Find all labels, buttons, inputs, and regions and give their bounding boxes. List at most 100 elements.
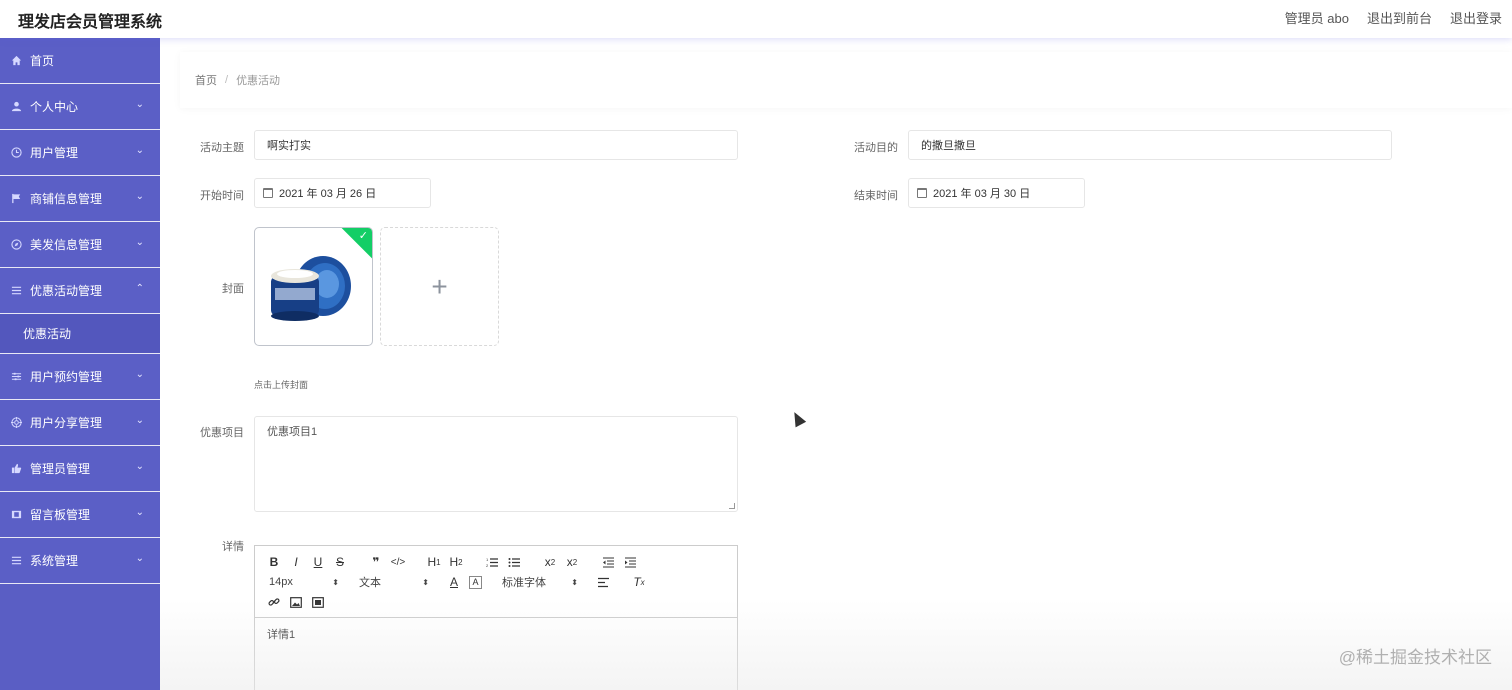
watermark: @稀土掘金技术社区	[1338, 648, 1492, 667]
add-cover-button[interactable]: +	[380, 227, 499, 346]
calendar-icon	[263, 188, 273, 198]
film-icon	[10, 509, 22, 521]
chevron-down-icon: ⌄	[135, 369, 144, 380]
background-color-icon[interactable]: A	[469, 575, 482, 589]
list-icon	[10, 285, 22, 297]
chevron-down-icon: ⌄	[135, 237, 144, 248]
cover-upload-tip: 点击上传封面	[254, 380, 309, 390]
thumb-icon	[10, 463, 22, 475]
discount-textarea[interactable]: 优惠项目1	[254, 416, 738, 512]
logout-link[interactable]: 退出登录	[1450, 8, 1502, 27]
sidebar-item-label: 管理员管理	[30, 462, 91, 476]
sidebar-item-label: 首页	[30, 54, 55, 68]
svg-text:1: 1	[486, 557, 489, 562]
bold-icon[interactable]: B	[263, 553, 285, 571]
sidebar-item-message-board[interactable]: 留言板管理 ⌄	[0, 492, 160, 538]
header-1-icon[interactable]: H1	[423, 553, 445, 571]
breadcrumb: 首页 / 优惠活动	[180, 52, 1512, 108]
sliders-icon	[10, 371, 22, 383]
detail-label: 详情	[222, 541, 244, 553]
sidebar-item-home[interactable]: 首页	[0, 38, 160, 84]
topic-input[interactable]: 啊实打实	[254, 130, 738, 160]
breadcrumb-home[interactable]: 首页	[195, 72, 217, 88]
sidebar-item-user-management[interactable]: 用户管理 ⌄	[0, 130, 160, 176]
text-type-select[interactable]: 文本 ⬍	[353, 573, 429, 591]
video-icon[interactable]	[307, 593, 329, 611]
home-icon	[10, 55, 22, 67]
check-icon: ✓	[358, 230, 368, 242]
sidebar-item-hair-info[interactable]: 美发信息管理 ⌄	[0, 222, 160, 268]
sidebar-item-label: 用户管理	[30, 146, 79, 160]
link-icon[interactable]	[263, 593, 285, 611]
align-icon[interactable]	[592, 573, 614, 591]
admin-user-link[interactable]: 管理员 abo	[1285, 8, 1349, 27]
start-date-picker[interactable]: 2021 年 03 月 26 日	[254, 178, 431, 208]
sidebar-item-appointment-management[interactable]: 用户预约管理 ⌄	[0, 354, 160, 400]
sidebar-item-label: 个人中心	[30, 100, 79, 114]
breadcrumb-separator: /	[225, 74, 229, 86]
code-block-icon[interactable]: </>	[387, 553, 409, 571]
sidebar-item-label: 用户分享管理	[30, 416, 103, 430]
chevron-up-icon: ⌃	[135, 283, 144, 294]
bullet-list-icon[interactable]	[503, 553, 525, 571]
image-icon[interactable]	[285, 593, 307, 611]
calendar-icon	[917, 188, 927, 198]
header-2-icon[interactable]: H2	[445, 553, 467, 571]
select-arrow-icon: ⬍	[332, 577, 339, 587]
sidebar-item-label: 用户预约管理	[30, 370, 103, 384]
italic-icon[interactable]: I	[285, 553, 307, 571]
font-size-select[interactable]: 14px ⬍	[263, 573, 339, 591]
resize-handle-icon[interactable]	[729, 503, 735, 509]
topic-label: 活动主题	[200, 142, 244, 154]
sidebar-item-promotion-management[interactable]: 优惠活动管理 ⌃	[0, 268, 160, 314]
font-color-icon[interactable]: A	[443, 573, 465, 591]
target-icon	[10, 417, 22, 429]
purpose-label: 活动目的	[854, 142, 898, 154]
sidebar-item-label: 系统管理	[30, 554, 79, 568]
blockquote-icon[interactable]: ❞	[365, 553, 387, 571]
subscript-icon[interactable]: x2	[539, 553, 561, 571]
top-bar: 理发店会员管理系统 管理员 abo 退出到前台 退出登录	[0, 0, 1512, 38]
flag-icon	[10, 193, 22, 205]
user-icon	[10, 101, 22, 113]
menu-icon	[10, 555, 22, 567]
start-time-label: 开始时间	[200, 190, 244, 202]
editor-content[interactable]: 详情1	[255, 618, 737, 650]
svg-text:2: 2	[486, 563, 489, 568]
detail-value: 详情1	[267, 629, 296, 641]
end-date-picker[interactable]: 2021 年 03 月 30 日	[908, 178, 1085, 208]
sidebar-item-share-management[interactable]: 用户分享管理 ⌄	[0, 400, 160, 446]
discount-label: 优惠项目	[200, 427, 244, 439]
outdent-icon[interactable]	[597, 553, 619, 571]
ordered-list-icon[interactable]: 12	[481, 553, 503, 571]
sidebar-item-system-management[interactable]: 系统管理 ⌄	[0, 538, 160, 584]
exit-to-frontend-link[interactable]: 退出到前台	[1367, 8, 1432, 27]
clock-icon	[10, 147, 22, 159]
indent-icon[interactable]	[619, 553, 641, 571]
sidebar-item-personal-center[interactable]: 个人中心 ⌄	[0, 84, 160, 130]
breadcrumb-current: 优惠活动	[236, 75, 281, 87]
sidebar-subitem-promotion[interactable]: 优惠活动	[0, 314, 160, 354]
plus-icon: +	[431, 270, 448, 302]
chevron-down-icon: ⌄	[135, 415, 144, 426]
topic-value: 啊实打实	[267, 140, 311, 152]
purpose-input[interactable]: 的撒旦撒旦	[908, 130, 1392, 160]
clear-format-icon[interactable]: Tx	[628, 573, 650, 591]
sidebar-item-label: 留言板管理	[30, 508, 91, 522]
chevron-down-icon: ⌄	[135, 191, 144, 202]
main-content: 首页 / 优惠活动 活动主题 啊实打实 活动目的 的撒旦撒旦 开始时间 2021…	[160, 38, 1512, 690]
cover-thumbnail[interactable]: ✓	[254, 227, 373, 346]
font-family-select[interactable]: 标准字体 ⬍	[496, 573, 578, 591]
compass-icon	[10, 239, 22, 251]
cream-jar-image	[271, 256, 351, 321]
sidebar-item-shop-info[interactable]: 商铺信息管理 ⌄	[0, 176, 160, 222]
sidebar-item-admin-management[interactable]: 管理员管理 ⌄	[0, 446, 160, 492]
select-arrow-icon: ⬍	[422, 577, 429, 587]
underline-icon[interactable]: U	[307, 553, 329, 571]
discount-value: 优惠项目1	[267, 426, 318, 438]
font-size-value: 14px	[269, 576, 293, 588]
strike-icon[interactable]: S	[329, 553, 351, 571]
rich-text-editor: B I U S ❞ </> H1 H2 12 x2 x2 14px ⬍ 文本 ⬍…	[254, 545, 738, 690]
sidebar: 首页 个人中心 ⌄ 用户管理 ⌄ 商铺信息管理 ⌄ 美发信息管理 ⌄ 优惠活动管…	[0, 38, 160, 690]
superscript-icon[interactable]: x2	[561, 553, 583, 571]
